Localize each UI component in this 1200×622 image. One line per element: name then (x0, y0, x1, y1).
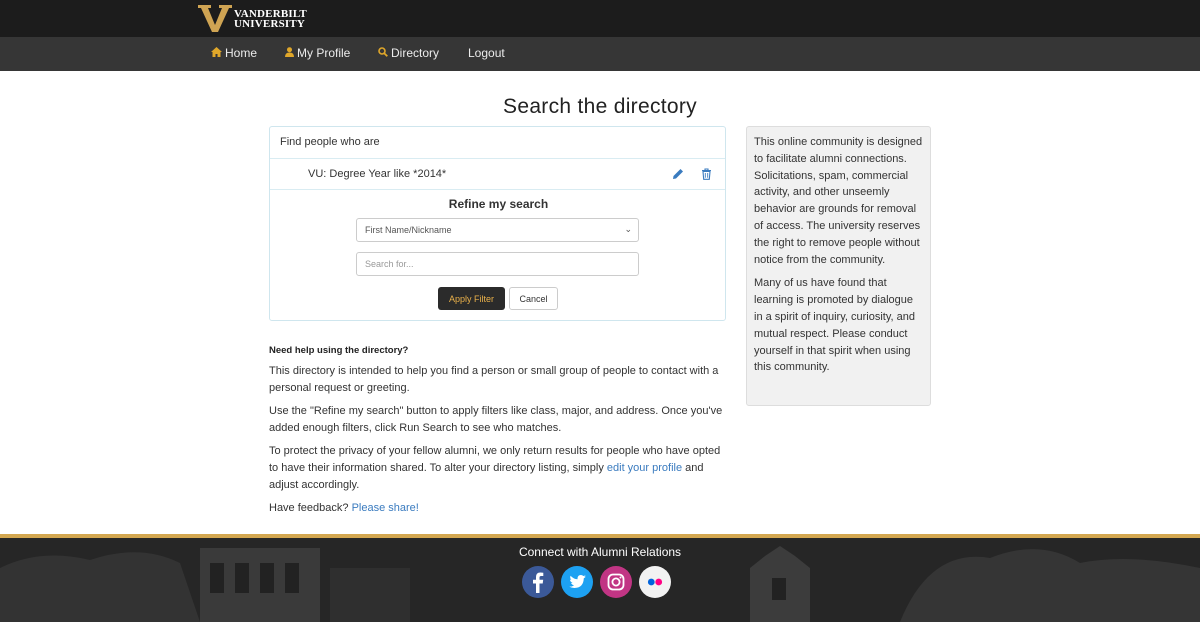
nav-directory-label: Directory (391, 46, 440, 60)
chevron-down-icon: ⌄ (624, 224, 632, 234)
facebook-icon (522, 566, 554, 598)
community-guidelines: This online community is designed to fac… (746, 126, 931, 406)
help-section: Need help using the directory? This dire… (269, 342, 729, 523)
active-filter: VU: Degree Year like *2014* (308, 168, 447, 180)
search-input[interactable] (356, 252, 639, 276)
user-icon (285, 46, 294, 60)
help-paragraph-1: This directory is intended to help you f… (269, 365, 719, 394)
facebook-link[interactable] (522, 566, 554, 598)
edit-profile-link[interactable]: edit your profile (607, 462, 682, 474)
twitter-link[interactable] (561, 566, 593, 598)
footer: Connect with Alumni Relations (0, 538, 1200, 622)
nav-logout-label: Logout (468, 46, 505, 60)
search-icon (378, 46, 388, 60)
field-select-value: First Name/Nickname (365, 225, 452, 235)
feedback-text: Have feedback? (269, 502, 352, 514)
flickr-link[interactable] (639, 566, 671, 598)
refine-title: Refine my search (448, 197, 549, 211)
help-paragraph-2: Use the "Refine my search" button to app… (269, 405, 723, 434)
feedback-link[interactable]: Please share! (352, 502, 419, 514)
home-icon (211, 46, 222, 60)
logo-line1: VANDERBILT (234, 7, 307, 20)
cancel-button[interactable]: Cancel (509, 287, 558, 310)
panel-heading: Find people who are (270, 127, 725, 159)
vanderbilt-v-icon (198, 5, 232, 32)
help-paragraph-4: Have feedback? Please share! (269, 500, 729, 517)
top-bar: VANDERBILT UNIVERSITY (0, 0, 1200, 37)
flickr-icon (639, 566, 671, 598)
trash-icon[interactable] (701, 168, 712, 180)
instagram-icon (600, 566, 632, 598)
search-panel: Find people who are VU: Degree Year like… (269, 126, 726, 321)
twitter-icon (561, 566, 593, 598)
main-nav: Home My Profile Directory Logout (0, 37, 1200, 71)
footer-title: Connect with Alumni Relations (518, 545, 682, 559)
nav-home-label: Home (225, 46, 258, 60)
field-select[interactable]: First Name/Nickname ⌄ (356, 218, 639, 242)
nav-directory[interactable]: Directory (378, 46, 439, 60)
guidelines-paragraph-2: Many of us have found that learning is p… (754, 277, 915, 374)
nav-home[interactable]: Home (211, 46, 257, 60)
logo-line2: UNIVERSITY (234, 17, 306, 30)
page-title: Search the directory (503, 95, 697, 118)
pencil-icon[interactable] (672, 168, 684, 180)
instagram-link[interactable] (600, 566, 632, 598)
apply-filter-button[interactable]: Apply Filter (438, 287, 505, 310)
nav-my-profile[interactable]: My Profile (285, 46, 350, 60)
nav-my-profile-label: My Profile (297, 46, 351, 60)
nav-logout[interactable]: Logout (468, 46, 505, 60)
vanderbilt-logo[interactable]: VANDERBILT UNIVERSITY (198, 5, 307, 32)
guidelines-paragraph-1: This online community is designed to fac… (754, 136, 923, 266)
help-paragraph-3: To protect the privacy of your fellow al… (269, 443, 729, 494)
help-title: Need help using the directory? (269, 345, 409, 356)
filter-row: VU: Degree Year like *2014* (270, 159, 725, 190)
